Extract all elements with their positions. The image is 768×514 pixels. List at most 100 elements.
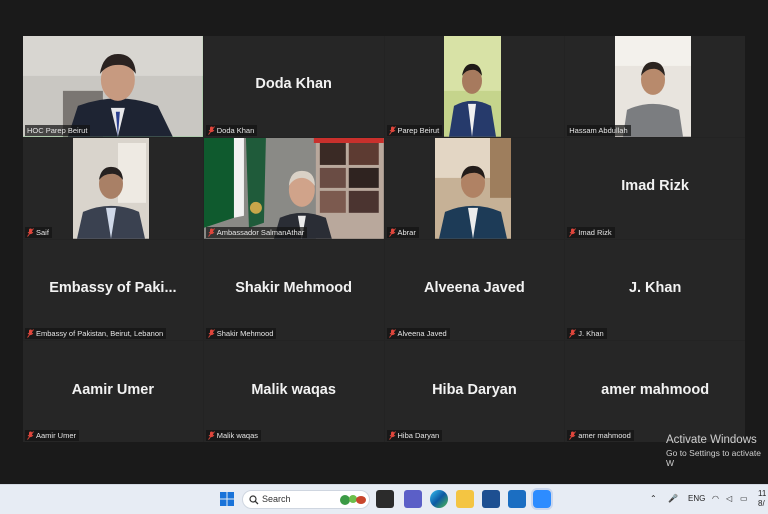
participant-display-name: Hiba Daryan	[432, 381, 517, 398]
participant-display-name: Alveena Javed	[423, 279, 525, 296]
watermark-subtitle: Go to Settings to activate W	[666, 448, 761, 468]
search-placeholder: Search	[262, 494, 291, 504]
language-indicator[interactable]: ENG	[688, 494, 705, 503]
participant-tile[interactable]: Shakir Mehmood Shakir Mehmood	[203, 239, 384, 341]
participant-tile[interactable]: Parep Beirut	[384, 36, 565, 137]
participant-name-label: Imad Rizk	[567, 226, 615, 238]
mail-icon[interactable]	[508, 490, 526, 508]
participant-name-label: Doda Khan	[205, 124, 258, 136]
mic-muted-icon	[207, 125, 215, 135]
participant-video	[203, 137, 384, 239]
participant-name-label: Parep Beirut	[386, 124, 443, 136]
teams-icon[interactable]	[404, 490, 422, 508]
meeting-window: HOC Parep Beirut Doda Khan Doda Khan Par…	[0, 0, 768, 484]
mic-muted-icon	[388, 125, 396, 135]
participant-name-label: HOC Parep Beirut	[25, 124, 91, 136]
participant-name-label: Shakir Mehmood	[205, 328, 277, 340]
mic-muted-icon	[207, 431, 215, 440]
participant-name: Saif	[36, 227, 49, 237]
participant-display-name: Malik waqas	[251, 381, 336, 398]
store-icon[interactable]	[482, 490, 500, 508]
participant-name-label: amer mahmood	[567, 430, 634, 441]
participant-name: Embassy of Pakistan, Beirut, Lebanon	[36, 329, 164, 339]
clock-time: 11	[758, 489, 767, 498]
participant-name: Abrar	[397, 227, 416, 237]
participant-display-name: J. Khan	[628, 279, 682, 296]
clock[interactable]: 11 8/	[758, 489, 766, 509]
search-highlight-icon	[340, 495, 366, 505]
participant-name: Shakir Mehmood	[216, 329, 274, 339]
mic-muted-icon	[388, 329, 396, 339]
participant-display-name: Aamir Umer	[71, 381, 154, 398]
participant-tile[interactable]: Malik waqas Malik waqas	[203, 341, 384, 442]
search-input[interactable]: Search	[242, 490, 370, 509]
microphone-icon[interactable]: 🎤	[668, 494, 678, 503]
participant-display-name: amer mahmood	[601, 381, 710, 398]
participant-name-label: Embassy of Pakistan, Beirut, Lebanon	[25, 328, 167, 340]
participant-tile[interactable]: Alveena Javed Alveena Javed	[384, 239, 565, 341]
participant-name: Imad Rizk	[578, 227, 612, 237]
participant-video	[434, 137, 511, 239]
taskbar: Search ⌃ 🎤 ENG ◠ ◁ ▭ 11 8/	[0, 484, 768, 514]
participant-name: Ambassador SalmanAthar	[216, 227, 305, 237]
participant-name-label: Saif	[25, 226, 52, 238]
participant-name: Malik waqas	[216, 431, 259, 440]
participant-name: Doda Khan	[216, 125, 255, 135]
participant-video	[615, 36, 692, 137]
battery-icon[interactable]: ▭	[740, 494, 748, 503]
participant-tile[interactable]: Doda Khan Doda Khan	[203, 36, 384, 137]
search-icon	[249, 495, 259, 505]
participant-tile[interactable]: J. Khan J. Khan	[565, 239, 745, 341]
mic-muted-icon	[207, 329, 215, 339]
mic-muted-icon	[569, 227, 577, 237]
activate-windows-watermark: Activate Windows Go to Settings to activ…	[666, 434, 768, 468]
mic-muted-icon	[27, 227, 34, 237]
participant-name-label: Malik waqas	[205, 430, 262, 441]
participant-tile[interactable]: amer mahmood amer mahmood	[565, 341, 745, 442]
participant-name: Hiba Daryan	[397, 431, 440, 440]
participant-tile[interactable]: Imad Rizk Imad Rizk	[565, 137, 745, 239]
participant-name: HOC Parep Beirut	[27, 125, 88, 135]
participant-tile[interactable]: Saif	[23, 137, 203, 239]
edge-icon[interactable]	[430, 490, 448, 508]
participant-display-name: Shakir Mehmood	[235, 279, 353, 296]
participant-name: J. Khan	[578, 329, 604, 339]
chevron-up-icon[interactable]: ⌃	[650, 494, 657, 503]
task-view-icon[interactable]	[376, 490, 394, 508]
watermark-title: Activate Windows	[666, 434, 757, 446]
participant-tile[interactable]: Ambassador SalmanAthar	[203, 137, 384, 239]
file-explorer-icon[interactable]	[456, 490, 474, 508]
participant-name: Alveena Javed	[397, 329, 447, 339]
participant-name: Parep Beirut	[397, 125, 440, 135]
mic-muted-icon	[388, 431, 396, 440]
participant-name-label: Alveena Javed	[386, 328, 450, 340]
participant-display-name: Imad Rizk	[621, 178, 689, 195]
participant-tile[interactable]: HOC Parep Beirut	[23, 36, 203, 137]
mic-muted-icon	[27, 431, 34, 440]
clock-date: 8/	[758, 499, 765, 508]
participant-tile[interactable]: Hiba Daryan Hiba Daryan	[384, 341, 565, 442]
windows-start-icon[interactable]	[218, 490, 236, 508]
mic-muted-icon	[569, 431, 577, 440]
participant-name-label: J. Khan	[567, 328, 607, 340]
zoom-icon[interactable]	[533, 490, 551, 508]
participant-name-label: Hiba Daryan	[386, 430, 443, 441]
participant-name: amer mahmood	[578, 431, 631, 440]
participant-name-label: Abrar	[386, 226, 419, 238]
mic-muted-icon	[388, 227, 396, 237]
participant-display-name: Doda Khan	[255, 76, 332, 93]
participant-name-label: Hassam Abdullah	[567, 124, 631, 136]
mic-muted-icon	[569, 329, 577, 339]
participant-video	[73, 137, 149, 239]
participant-tile[interactable]: Aamir Umer Aamir Umer	[23, 341, 203, 442]
participant-tile[interactable]: Hassam Abdullah	[565, 36, 745, 137]
participant-video	[23, 36, 203, 137]
mic-muted-icon	[27, 329, 34, 339]
wifi-icon[interactable]: ◠	[712, 494, 719, 503]
participant-video	[443, 36, 501, 137]
participant-name-label: Aamir Umer	[25, 430, 80, 441]
participant-tile[interactable]: Abrar	[384, 137, 565, 239]
speaker-icon[interactable]: ◁	[726, 494, 732, 503]
participant-name-label: Ambassador SalmanAthar	[205, 226, 308, 238]
participant-tile[interactable]: Embassy of Paki... Embassy of Pakistan, …	[23, 239, 203, 341]
